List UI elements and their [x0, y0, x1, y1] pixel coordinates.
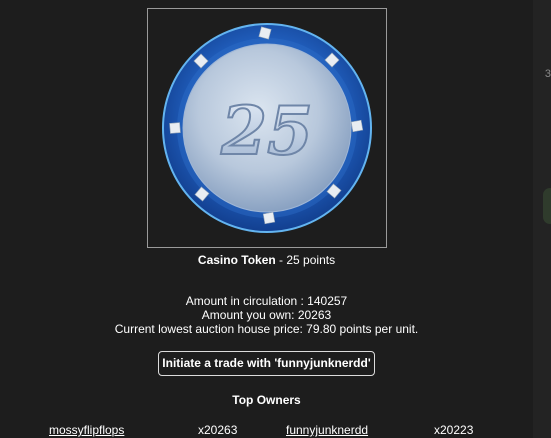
token-points: - 25 points	[275, 253, 336, 267]
owned-amount-text: Amount you own: 20263	[201, 308, 332, 322]
token-image-frame: 25	[147, 8, 387, 248]
owner-link[interactable]: mossyflipflops	[49, 423, 124, 437]
owner-amount: x20223	[434, 423, 474, 437]
owner-name[interactable]: mossyflipflops	[49, 423, 124, 437]
token-stats: Amount in circulation : 140257 Amount yo…	[0, 294, 533, 336]
edge-decoration	[543, 188, 551, 224]
token-name: Casino Token	[197, 253, 276, 267]
casino-chip-icon: 25	[162, 23, 372, 233]
token-caption: Casino Token - 25 points	[0, 253, 533, 267]
edge-glyph: 3	[544, 68, 551, 80]
right-edge-strip: 3	[533, 0, 551, 438]
initiate-trade-button[interactable]: Initiate a trade with 'funnyjunknerdd'	[158, 351, 375, 376]
circulation-text: Amount in circulation : 140257	[185, 294, 348, 308]
top-owners-heading: Top Owners	[232, 393, 301, 407]
auction-price-text: Current lowest auction house price: 79.8…	[114, 322, 419, 336]
chip-number: 25	[220, 92, 313, 170]
owner-name[interactable]: funnyjunknerdd	[286, 423, 368, 437]
owner-amount: x20263	[198, 423, 238, 437]
token-detail-page: 3 25 Casino Token - 25 points Amount in …	[0, 0, 551, 438]
owner-link[interactable]: funnyjunknerdd	[286, 423, 368, 437]
